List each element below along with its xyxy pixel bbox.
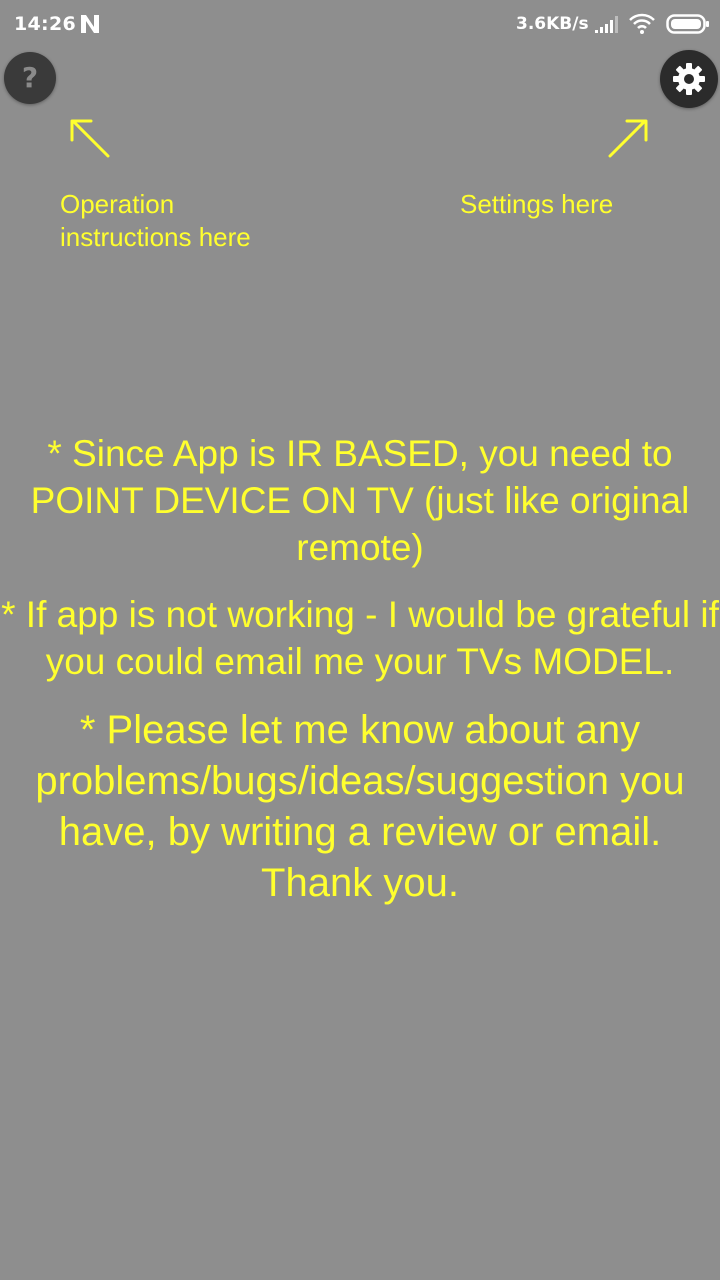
- info-messages: * Since App is IR BASED, you need to POI…: [0, 430, 720, 929]
- arrow-up-right-icon: [608, 119, 648, 158]
- notification-n-icon: [81, 15, 99, 33]
- settings-button[interactable]: [660, 50, 718, 108]
- settings-hint: Settings here: [460, 189, 614, 219]
- status-time: 14:26: [14, 13, 76, 35]
- operation-instructions-hint: Operation instructions here: [60, 189, 251, 252]
- email-model-message: * If app is not working - I would be gra…: [1, 594, 719, 682]
- network-speed: 3.6KB/s: [516, 14, 589, 34]
- status-bar: 14:26 3.6KB/s: [0, 0, 720, 48]
- ir-pointing-message: * Since App is IR BASED, you need to POI…: [30, 433, 690, 568]
- feedback-message: * Please let me know about any problems/…: [35, 708, 685, 905]
- signal-icon: [595, 16, 618, 33]
- wifi-icon: [629, 13, 655, 34]
- battery-icon: [666, 14, 709, 34]
- question-icon: ?: [21, 61, 39, 94]
- arrow-up-left-icon: [70, 119, 110, 158]
- gear-icon: [673, 63, 705, 95]
- help-button[interactable]: ?: [4, 52, 56, 104]
